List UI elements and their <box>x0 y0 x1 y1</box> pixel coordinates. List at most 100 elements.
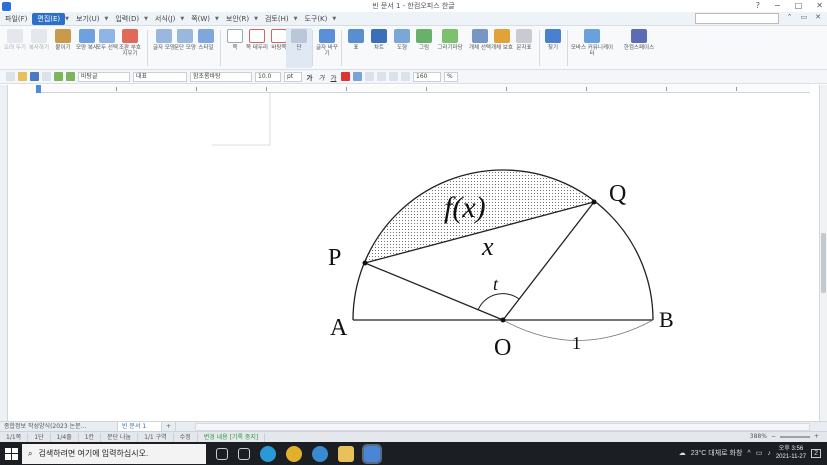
font-color-icon[interactable] <box>341 72 350 81</box>
line-spacing-unit[interactable]: % <box>444 71 458 82</box>
horizontal-scrollbar[interactable] <box>195 423 810 431</box>
print-icon[interactable] <box>42 72 51 81</box>
chevron-down-icon[interactable]: ▼ <box>332 16 336 22</box>
copy-label: 복사하기 <box>28 45 50 51</box>
hwp-taskbar-icon[interactable] <box>362 443 382 464</box>
distribute-icon[interactable] <box>401 72 410 81</box>
volume-icon[interactable]: ♪ <box>767 450 771 457</box>
align-right-icon[interactable] <box>377 72 386 81</box>
chevron-down-icon[interactable]: ▼ <box>254 16 258 22</box>
taskbar-search-input[interactable]: ⌕ 검색하려면 여기에 입력하십시오. <box>22 443 206 464</box>
status-track-changes[interactable]: 변경 내용 [기록 중지] <box>198 432 266 442</box>
notification-icon[interactable]: 2 <box>811 448 821 458</box>
vertical-ruler[interactable] <box>0 85 8 421</box>
select-all-icon <box>99 29 115 43</box>
weather-text[interactable]: 23°C 대체로 화창 <box>691 448 743 458</box>
ie-browser-icon[interactable] <box>312 445 328 462</box>
task-view-icon[interactable] <box>216 447 228 460</box>
copy-button[interactable]: 복사하기 <box>26 28 52 68</box>
zoom-control[interactable]: 388% − + <box>750 433 819 440</box>
align-center-icon[interactable] <box>365 72 374 81</box>
horizontal-ruler[interactable] <box>36 85 810 93</box>
chevron-down-icon[interactable]: ▼ <box>180 16 184 22</box>
messenger-button[interactable]: 모바스 커뮤니케이터 <box>570 28 614 68</box>
symbol-button[interactable]: 문자표 <box>511 28 537 68</box>
font-unit-select[interactable]: pt <box>284 71 302 82</box>
column-button[interactable]: 단 <box>286 28 312 68</box>
style-button[interactable]: 스타일 <box>193 28 219 68</box>
menu-view[interactable]: 보기(U) <box>71 13 104 25</box>
taskbar-clock[interactable]: 오후 3:56 2021-11-27 <box>776 445 806 461</box>
zoom-in-icon[interactable]: + <box>814 433 819 440</box>
chevron-down-icon[interactable]: ▼ <box>65 16 69 22</box>
underline-button[interactable]: 가 <box>329 72 338 82</box>
tray-chevron-icon[interactable]: ^ <box>747 450 750 457</box>
ribbon-separator <box>567 30 568 66</box>
select-all-label: 모두 선택 <box>96 45 118 51</box>
replace-button[interactable]: 글자 바꾸기 <box>314 28 340 68</box>
document-page[interactable]: P Q A B O t f(x) x 1 <box>8 93 810 419</box>
widgets-icon[interactable] <box>238 447 250 460</box>
menu-file[interactable]: 파일(F) <box>0 13 32 25</box>
clipart-button[interactable]: 그리기마당 <box>433 28 467 68</box>
windows-start-icon[interactable] <box>3 446 19 462</box>
chevron-down-icon[interactable]: ▼ <box>144 16 148 22</box>
chrome-browser-icon[interactable] <box>286 445 302 462</box>
hancom-space-button[interactable]: 한컴스페이스 <box>618 28 660 68</box>
find-button[interactable]: 찾기 <box>540 28 566 68</box>
ribbon-toggle-icon[interactable]: ⌃ <box>787 13 793 21</box>
open-folder-icon[interactable] <box>18 72 27 81</box>
menu-search-input[interactable] <box>695 13 779 24</box>
menu-page[interactable]: 쪽(W) <box>186 13 215 25</box>
cut-button[interactable]: 오려 두기 <box>2 28 28 68</box>
messenger-icon <box>584 29 600 43</box>
redo-icon[interactable] <box>66 72 75 81</box>
save-icon[interactable] <box>30 72 39 81</box>
help-icon[interactable]: ? <box>756 1 760 10</box>
font-size-input[interactable]: 10.0 <box>255 71 281 82</box>
chevron-down-icon[interactable]: ▼ <box>294 16 298 22</box>
edge-browser-icon[interactable] <box>260 445 276 462</box>
menu-format[interactable]: 서식(J) <box>150 13 180 25</box>
zoom-slider[interactable] <box>779 435 810 438</box>
left-margin-marker[interactable] <box>36 85 41 93</box>
maximize-button[interactable]: □ <box>795 1 803 10</box>
scroll-thumb[interactable] <box>821 233 826 293</box>
menu-review[interactable]: 검토(H) <box>260 13 294 25</box>
chevron-down-icon[interactable]: ▼ <box>215 16 219 22</box>
status-mode[interactable]: 수정 <box>174 432 198 442</box>
bold-button[interactable]: 가 <box>305 72 314 82</box>
status-page: 1/1쪽 <box>0 432 29 442</box>
restore-icon[interactable]: ▭ <box>801 13 808 21</box>
vertical-scrollbar[interactable] <box>819 85 827 421</box>
font-select[interactable]: 함초롬바탕 <box>190 71 252 82</box>
undo-icon[interactable] <box>54 72 63 81</box>
italic-button[interactable]: 가 <box>317 72 326 82</box>
clear-code-button[interactable]: 조판 부호 지우기 <box>117 28 143 68</box>
weather-icon[interactable]: ☁ <box>679 449 686 457</box>
style-select[interactable]: 바탕글 <box>78 71 130 82</box>
network-icon[interactable]: ▭ <box>756 449 763 457</box>
menu-edit[interactable]: 편집(E) <box>32 12 66 25</box>
new-doc-icon[interactable] <box>6 72 15 81</box>
file-explorer-icon[interactable] <box>338 445 354 462</box>
menu-tools[interactable]: 도구(K) <box>299 13 332 25</box>
menu-security[interactable]: 보안(R) <box>221 13 254 25</box>
tab-document-2[interactable]: 빈 문서 1 <box>118 422 162 431</box>
minimize-button[interactable]: − <box>774 1 781 10</box>
line-spacing-input[interactable]: 160 <box>413 71 441 82</box>
language-select[interactable]: 대표 <box>133 71 187 82</box>
menu-insert[interactable]: 입력(D) <box>110 13 144 25</box>
justify-icon[interactable] <box>389 72 398 81</box>
close-button[interactable]: ✕ <box>816 1 823 10</box>
zoom-level[interactable]: 388% <box>750 433 767 440</box>
tab-document-1[interactable]: 종합정보 작성양식(2023 논문... <box>0 422 118 431</box>
messenger-label: 모바스 커뮤니케이터 <box>570 45 614 57</box>
ruler-tick <box>426 87 427 91</box>
new-tab-button[interactable]: + <box>162 422 177 431</box>
chevron-down-icon[interactable]: ▼ <box>104 16 108 22</box>
zoom-out-icon[interactable]: − <box>771 433 776 440</box>
align-left-icon[interactable] <box>353 72 362 81</box>
paste-button[interactable]: 붙이기 <box>50 28 76 68</box>
close-doc-icon[interactable]: ✕ <box>815 13 821 21</box>
